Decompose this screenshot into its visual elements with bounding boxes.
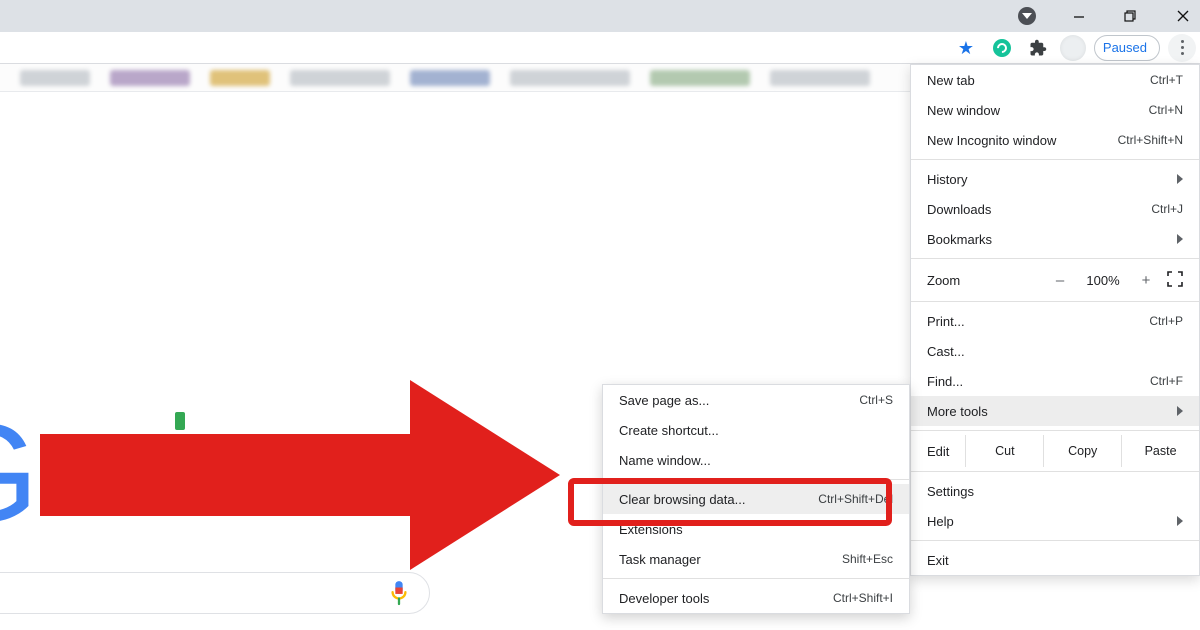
menu-exit[interactable]: Exit — [911, 545, 1199, 575]
caret-down-icon — [1018, 7, 1036, 25]
menu-cast[interactable]: Cast... — [911, 336, 1199, 366]
profile-paused-chip[interactable]: Paused — [1094, 35, 1160, 61]
extension-grammarly-button[interactable] — [988, 34, 1016, 62]
menu-separator — [911, 258, 1199, 259]
bookmark-item[interactable] — [290, 70, 390, 86]
menu-history[interactable]: History — [911, 164, 1199, 194]
paused-label: Paused — [1103, 40, 1147, 55]
maximize-icon — [1124, 9, 1138, 23]
menu-help[interactable]: Help — [911, 506, 1199, 536]
bookmark-star-button[interactable]: ★ — [952, 34, 980, 62]
edit-cut-button[interactable]: Cut — [965, 435, 1043, 467]
search-box[interactable] — [0, 572, 430, 614]
submenu-extensions[interactable]: Extensions — [603, 514, 909, 544]
bookmark-item[interactable] — [510, 70, 630, 86]
menu-separator — [911, 430, 1199, 431]
bookmark-item[interactable] — [770, 70, 870, 86]
chevron-right-icon — [1177, 174, 1183, 184]
menu-separator — [911, 540, 1199, 541]
fullscreen-button[interactable] — [1167, 271, 1183, 290]
maximize-button[interactable] — [1120, 5, 1142, 27]
bookmark-item[interactable] — [210, 70, 270, 86]
bookmark-item[interactable] — [650, 70, 750, 86]
menu-separator — [911, 301, 1199, 302]
browser-toolbar: ★ Paused — [0, 32, 1200, 64]
dots-icon — [1181, 40, 1184, 43]
zoom-label: Zoom — [927, 273, 1039, 288]
close-icon — [1176, 9, 1190, 23]
window-titlebar — [0, 0, 1200, 32]
zoom-out-button[interactable]: – — [1049, 272, 1071, 289]
chrome-main-menu: New tabCtrl+T New windowCtrl+N New Incog… — [910, 64, 1200, 576]
submenu-task-manager[interactable]: Task managerShift+Esc — [603, 544, 909, 574]
edit-label: Edit — [911, 444, 965, 459]
voice-search-button[interactable] — [388, 578, 410, 608]
menu-find[interactable]: Find...Ctrl+F — [911, 366, 1199, 396]
submenu-developer-tools[interactable]: Developer toolsCtrl+Shift+I — [603, 583, 909, 613]
submenu-create-shortcut[interactable]: Create shortcut... — [603, 415, 909, 445]
minimize-button[interactable] — [1068, 5, 1090, 27]
more-tools-submenu: Save page as...Ctrl+S Create shortcut...… — [602, 384, 910, 614]
edit-paste-button[interactable]: Paste — [1121, 435, 1199, 467]
extensions-button[interactable] — [1024, 34, 1052, 62]
menu-more-tools[interactable]: More tools — [911, 396, 1199, 426]
menu-new-window[interactable]: New windowCtrl+N — [911, 95, 1199, 125]
tab-dropdown-button[interactable] — [1016, 5, 1038, 27]
chevron-right-icon — [1177, 406, 1183, 416]
submenu-separator — [603, 479, 909, 480]
close-button[interactable] — [1172, 5, 1194, 27]
minimize-icon — [1072, 9, 1086, 23]
submenu-clear-browsing-data[interactable]: Clear browsing data...Ctrl+Shift+Del — [603, 484, 909, 514]
menu-separator — [911, 471, 1199, 472]
zoom-in-button[interactable]: + — [1135, 272, 1157, 289]
menu-zoom-row: Zoom – 100% + — [911, 263, 1199, 297]
menu-separator — [911, 159, 1199, 160]
puzzle-icon — [1029, 39, 1047, 57]
bookmark-item[interactable] — [110, 70, 190, 86]
submenu-name-window[interactable]: Name window... — [603, 445, 909, 475]
submenu-separator — [603, 578, 909, 579]
bookmark-item[interactable] — [410, 70, 490, 86]
menu-new-tab[interactable]: New tabCtrl+T — [911, 65, 1199, 95]
google-logo-fragment — [175, 412, 185, 430]
menu-downloads[interactable]: DownloadsCtrl+J — [911, 194, 1199, 224]
menu-bookmarks[interactable]: Bookmarks — [911, 224, 1199, 254]
edit-copy-button[interactable]: Copy — [1043, 435, 1121, 467]
bookmark-item[interactable] — [20, 70, 90, 86]
submenu-save-page[interactable]: Save page as...Ctrl+S — [603, 385, 909, 415]
grammarly-icon — [993, 39, 1011, 57]
chevron-right-icon — [1177, 516, 1183, 526]
zoom-value: 100% — [1081, 273, 1125, 288]
google-logo-letter: G — [0, 392, 39, 554]
menu-settings[interactable]: Settings — [911, 476, 1199, 506]
profile-avatar[interactable] — [1060, 35, 1086, 61]
star-icon: ★ — [958, 39, 974, 57]
overflow-menu-button[interactable] — [1168, 34, 1196, 62]
chevron-right-icon — [1177, 234, 1183, 244]
menu-edit-row: Edit Cut Copy Paste — [911, 435, 1199, 467]
menu-new-incognito[interactable]: New Incognito windowCtrl+Shift+N — [911, 125, 1199, 155]
menu-print[interactable]: Print...Ctrl+P — [911, 306, 1199, 336]
